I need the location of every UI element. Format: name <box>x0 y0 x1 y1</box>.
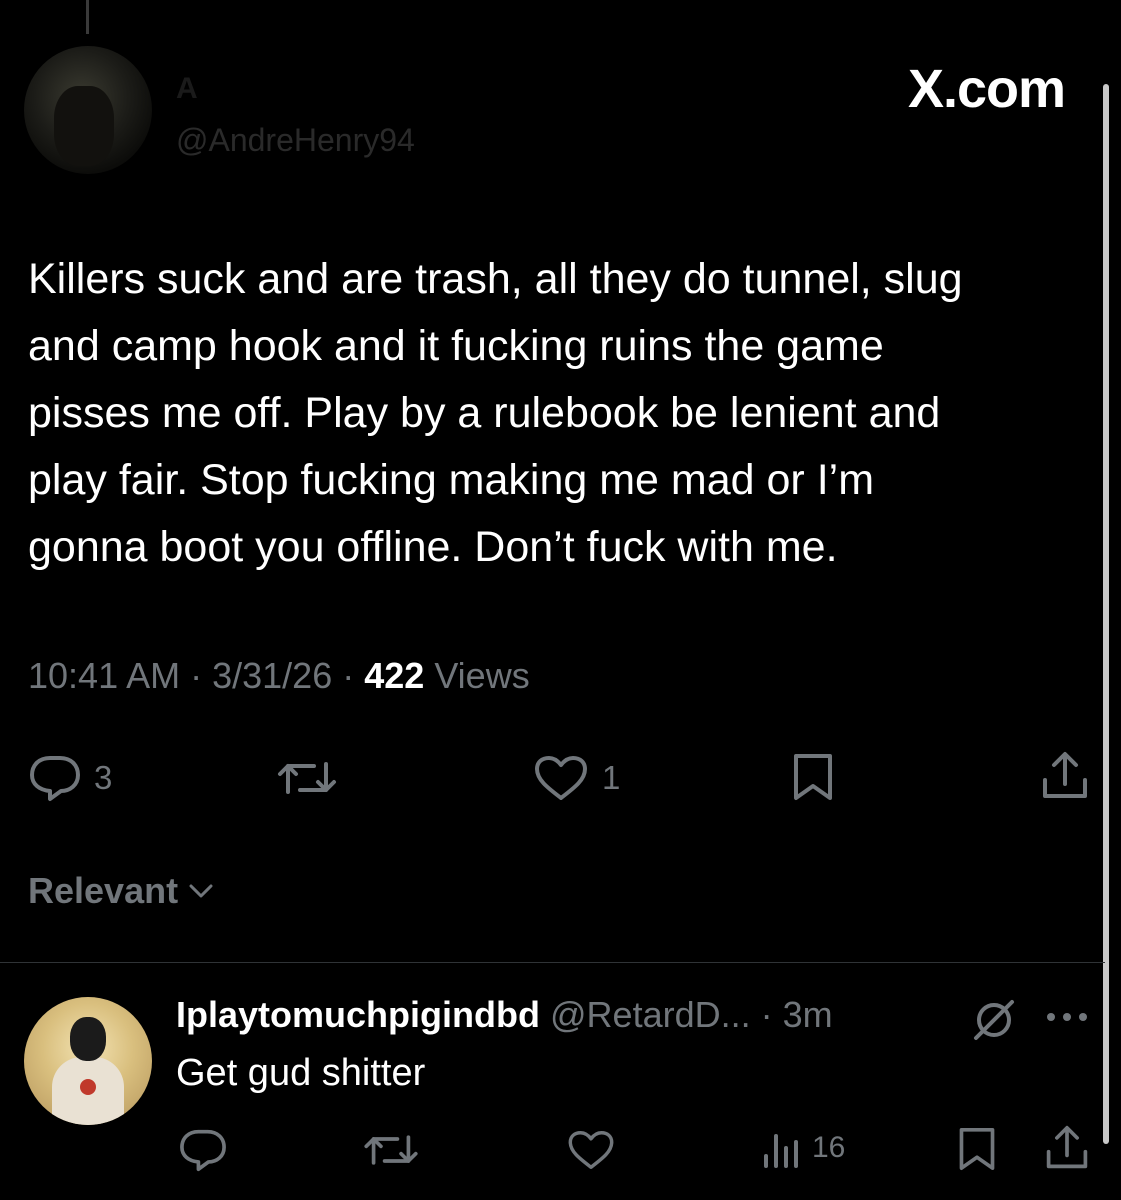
share-icon <box>1043 752 1087 798</box>
reply-button[interactable]: 3 <box>28 754 112 802</box>
bookmark-button[interactable] <box>790 752 836 802</box>
avatar-head <box>70 1017 106 1061</box>
views-count[interactable]: 422 <box>364 655 424 696</box>
share-icon <box>1046 1125 1088 1169</box>
avatar-figure <box>54 86 114 166</box>
reply-avatar[interactable] <box>24 997 152 1125</box>
reply-count: 3 <box>94 759 113 796</box>
reply-author-handle[interactable]: @RetardD... <box>550 994 751 1035</box>
reply-like-button[interactable] <box>566 1128 616 1172</box>
analytics-icon <box>764 1134 798 1168</box>
views-label: Views <box>424 655 530 696</box>
reply-repost-button[interactable] <box>360 1128 422 1172</box>
reply-bubble-icon <box>30 756 80 801</box>
heart-icon <box>535 756 587 800</box>
scrollbar[interactable] <box>1103 84 1109 1144</box>
like-button[interactable]: 1 <box>532 754 620 802</box>
repost-button[interactable] <box>274 754 340 802</box>
meta-separator: · <box>180 655 213 696</box>
chevron-down-icon <box>189 884 213 898</box>
bookmark-icon <box>794 754 832 800</box>
tweet-time[interactable]: 10:41 AM <box>28 655 180 696</box>
avatar-heart <box>80 1079 96 1095</box>
author-handle[interactable]: @AndreHenry94 <box>176 122 415 159</box>
author-name[interactable]: A <box>176 72 198 106</box>
more-dots-icon[interactable] <box>1044 1010 1090 1024</box>
reply-bookmark-button[interactable] <box>956 1126 998 1172</box>
mute-slash-icon[interactable] <box>968 998 1020 1042</box>
reply-time[interactable]: 3m <box>783 994 833 1035</box>
bookmark-icon <box>959 1128 995 1170</box>
reply-bubble-icon <box>180 1129 226 1172</box>
sort-label: Relevant <box>28 870 179 911</box>
divider <box>0 962 1105 963</box>
reply-separator: · <box>750 994 783 1035</box>
reply-views-button[interactable]: 16 <box>760 1126 845 1170</box>
repost-icon <box>278 762 336 794</box>
sort-selector[interactable]: Relevant <box>28 870 216 912</box>
reply-share-button[interactable] <box>1044 1124 1090 1172</box>
tweet-meta: 10:41 AM · 3/31/26 · 422 Views <box>28 655 530 697</box>
reply-header: Iplaytomuchpigindbd @RetardD... · 3m <box>176 994 833 1036</box>
repost-icon <box>364 1135 418 1165</box>
heart-icon <box>568 1131 614 1169</box>
author-avatar[interactable] <box>24 46 152 174</box>
reply-views-count: 16 <box>812 1131 846 1164</box>
reply-reply-button[interactable] <box>178 1128 228 1172</box>
like-count: 1 <box>602 759 621 796</box>
share-button[interactable] <box>1040 750 1090 802</box>
reply-text: Get gud shitter <box>176 1052 426 1094</box>
brand-watermark: X.com <box>907 59 1066 119</box>
thread-line <box>86 0 89 34</box>
reply-author-name[interactable]: Iplaytomuchpigindbd <box>176 994 540 1035</box>
tweet-date[interactable]: 3/31/26 <box>212 655 332 696</box>
meta-separator: · <box>332 655 365 696</box>
tweet-text: Killers suck and are trash, all they do … <box>28 255 963 571</box>
